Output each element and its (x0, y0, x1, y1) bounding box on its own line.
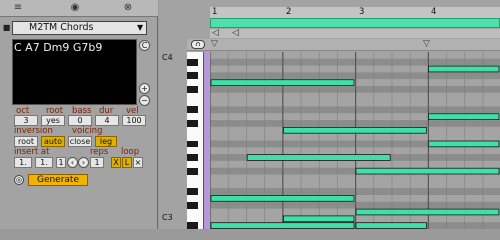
bar-number: 3 (359, 7, 365, 17)
tab-mixer-icon[interactable]: ≡ (8, 1, 28, 15)
inversion-label: inversion (14, 126, 53, 136)
chord-text: C A7 Dm9 G7b9 (14, 41, 103, 54)
voicing-leg-button[interactable]: leg (95, 136, 117, 147)
insert-label: insert at (14, 147, 50, 157)
generate-button[interactable]: Generate (28, 174, 88, 186)
loop-brace[interactable] (210, 18, 500, 28)
octave-label: C3 (162, 213, 173, 222)
octave-label: C4 (162, 53, 173, 62)
black-key[interactable] (187, 86, 198, 93)
bar-number: 4 (431, 7, 437, 17)
midi-note[interactable] (246, 154, 391, 161)
reps-field[interactable]: 1 (90, 157, 104, 168)
voicing-label: voicing (72, 126, 103, 136)
loop-clear-button[interactable]: × (133, 157, 143, 168)
midi-note[interactable] (210, 195, 355, 202)
midi-note[interactable] (210, 79, 355, 86)
fold-lane: ∩ ▽ ▽ (187, 39, 500, 51)
insert-sub-field[interactable]: 1 (56, 157, 66, 168)
black-key[interactable] (187, 120, 198, 127)
vel-field[interactable]: 100 (122, 115, 146, 126)
marker-lane: ◁ ◁ (210, 29, 500, 38)
black-key[interactable] (187, 106, 198, 114)
bass-field[interactable]: 0 (68, 115, 92, 126)
voicing-close-button[interactable]: close (68, 136, 92, 147)
midi-note[interactable] (210, 222, 355, 229)
note-grid[interactable] (210, 52, 500, 229)
piano-keyboard[interactable] (187, 52, 204, 229)
reps-label: reps (90, 147, 109, 157)
midi-note[interactable] (428, 65, 500, 73)
black-key[interactable] (187, 154, 198, 161)
black-key[interactable] (187, 222, 198, 229)
midi-note[interactable] (355, 208, 500, 216)
tab-settings-icon[interactable]: ◉ (65, 1, 85, 15)
insert-bar-field[interactable]: 1. (14, 157, 32, 168)
generate-icon[interactable]: ◎ (14, 175, 24, 185)
increment-icon[interactable]: + (139, 83, 150, 94)
preset-dropdown[interactable]: M2TM Chords (12, 21, 147, 35)
clear-button[interactable]: C (139, 40, 150, 51)
black-key[interactable] (187, 167, 198, 175)
insert-next-icon[interactable]: › (78, 157, 89, 168)
insert-prev-icon[interactable]: ‹ (67, 157, 78, 168)
black-key[interactable] (187, 140, 198, 148)
chevron-down-icon: ▼ (137, 23, 144, 32)
decrement-icon[interactable]: − (139, 95, 150, 106)
start-marker-icon[interactable]: ◁ (212, 29, 219, 38)
black-key[interactable] (187, 188, 198, 195)
root-toggle[interactable]: yes (41, 115, 65, 126)
fold-button[interactable]: ∩ (191, 40, 205, 49)
midi-note[interactable] (355, 167, 500, 175)
midi-note[interactable] (283, 126, 427, 134)
device-panel: ≡ ◉ ⊗ ■ M2TM Chords ▼ C A7 Dm9 G7b9 C + … (0, 0, 158, 229)
midi-note[interactable] (428, 113, 500, 120)
bar-number: 2 (286, 7, 292, 17)
preset-save-icon[interactable]: ■ (1, 22, 12, 33)
dur-field[interactable]: 4 (95, 115, 119, 126)
midi-note[interactable] (355, 222, 427, 229)
midi-note[interactable] (428, 140, 500, 148)
voicing-auto-button[interactable]: auto (41, 136, 65, 147)
insert-beat-field[interactable]: 1. (35, 157, 53, 168)
voicing-root-button[interactable]: root (14, 136, 38, 147)
black-key[interactable] (187, 201, 198, 209)
loop-x-button[interactable]: X (111, 157, 121, 168)
device-tab-bar: ≡ ◉ ⊗ (0, 0, 158, 17)
black-key[interactable] (187, 72, 198, 80)
loop-label: loop (121, 147, 140, 157)
loop-start-marker-icon[interactable]: ◁ (232, 29, 239, 38)
loop-l-button[interactable]: L (122, 157, 132, 168)
playhead-start-icon[interactable]: ▽ (211, 39, 218, 50)
tab-options-icon[interactable]: ⊗ (118, 1, 138, 15)
oct-field[interactable]: 3 (14, 115, 38, 126)
playhead-end-icon[interactable]: ▽ (423, 39, 430, 50)
bar-number: 1 (212, 7, 218, 17)
midi-note[interactable] (283, 215, 355, 223)
black-key[interactable] (187, 58, 198, 66)
